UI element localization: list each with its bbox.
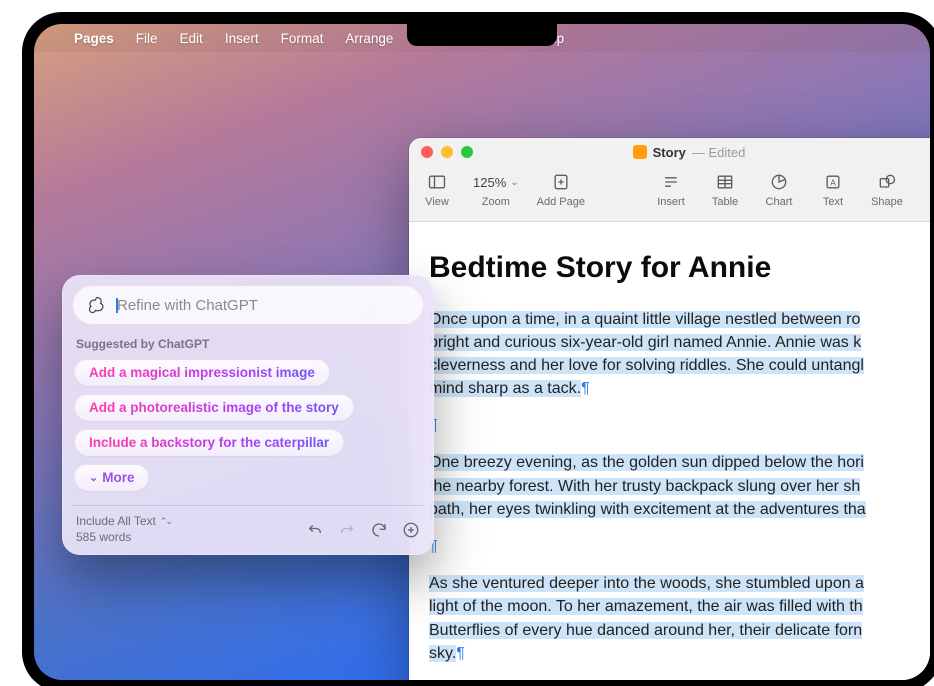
tool-table[interactable]: Table (707, 170, 743, 208)
toolbar: View 125% ⌄ Zoom Add Page (409, 166, 930, 222)
paragraph: One breezy evening, as the golden sun di… (429, 451, 930, 521)
tool-label: Table (712, 196, 738, 208)
tool-add-page[interactable]: Add Page (537, 170, 585, 208)
menu-edit[interactable]: Edit (180, 31, 203, 46)
notch (407, 24, 557, 46)
tool-view[interactable]: View (419, 170, 455, 208)
document-title: Story (653, 145, 686, 160)
pilcrow-icon: ¶ (456, 645, 465, 662)
table-icon (711, 170, 739, 194)
close-button[interactable] (421, 146, 433, 158)
pilcrow-icon: ¶ (581, 380, 590, 397)
tool-chart[interactable]: Chart (761, 170, 797, 208)
redo-icon (338, 521, 356, 539)
tool-label: Add Page (537, 196, 585, 208)
add-icon[interactable] (402, 521, 420, 539)
paragraph-spacer: ¶ (429, 679, 930, 680)
tool-label: View (425, 196, 449, 208)
tool-zoom[interactable]: 125% ⌄ Zoom (473, 170, 519, 208)
suggestion-chip[interactable]: Include a backstory for the caterpillar (74, 429, 344, 456)
menu-arrange[interactable]: Arrange (345, 31, 393, 46)
menu-file[interactable]: File (136, 31, 158, 46)
document-heading: Bedtime Story for Annie (429, 246, 930, 290)
refine-placeholder: Refine with ChatGPT (117, 297, 258, 314)
menubar-app[interactable]: Pages (74, 31, 114, 46)
more-label: More (102, 470, 134, 485)
pages-window: Story — Edited View 125% ⌄ Zoom (409, 138, 930, 680)
svg-text:A: A (830, 177, 836, 187)
suggested-heading: Suggested by ChatGPT (76, 337, 420, 351)
tool-label: Shape (871, 196, 903, 208)
paragraph: As she ventured deeper into the woods, s… (429, 572, 930, 665)
fullscreen-button[interactable] (461, 146, 473, 158)
plus-page-icon (547, 170, 575, 194)
titlebar: Story — Edited (409, 138, 930, 166)
suggestion-chip[interactable]: Add a photorealistic image of the story (74, 394, 354, 421)
chatgpt-logo-icon (87, 295, 107, 315)
tool-shape[interactable]: Shape (869, 170, 905, 208)
refresh-icon[interactable] (370, 521, 388, 539)
sidebar-icon (423, 170, 451, 194)
word-count: 585 words (76, 530, 171, 546)
document-body[interactable]: Bedtime Story for Annie Once upon a time… (409, 222, 930, 680)
zoom-value: 125% (473, 175, 506, 190)
undo-icon[interactable] (306, 521, 324, 539)
tool-label: Chart (766, 196, 793, 208)
shape-icon (873, 170, 901, 194)
more-button[interactable]: ⌄ More (74, 464, 149, 491)
suggestion-chip[interactable]: Add a magical impressionist image (74, 359, 330, 386)
paragraph: Once upon a time, in a quaint little vil… (429, 308, 930, 401)
document-icon (633, 145, 647, 159)
tool-label: Insert (657, 196, 685, 208)
minimize-button[interactable] (441, 146, 453, 158)
refine-input[interactable]: Refine with ChatGPT (72, 285, 424, 325)
suggestion-list: Add a magical impressionist image Add a … (72, 359, 424, 491)
paragraph-spacer: ¶ (429, 535, 930, 558)
tool-text[interactable]: A Text (815, 170, 851, 208)
panel-footer: Include All Text ⌃⌄ 585 words (72, 505, 424, 547)
chatgpt-panel: Refine with ChatGPT Suggested by ChatGPT… (62, 275, 434, 555)
include-mode[interactable]: Include All Text (76, 514, 156, 530)
document-status: — Edited (692, 145, 745, 160)
desktop-screen: Pages File Edit Insert Format Arrange Vi… (34, 24, 930, 680)
tool-label: Text (823, 196, 843, 208)
text-icon: A (819, 170, 847, 194)
tool-media[interactable]: M (923, 170, 930, 208)
menu-insert[interactable]: Insert (225, 31, 259, 46)
tool-label: Zoom (482, 196, 510, 208)
insert-icon (657, 170, 685, 194)
chevron-down-icon: ⌄ (89, 471, 98, 484)
tool-insert[interactable]: Insert (653, 170, 689, 208)
paragraph-spacer: ¶ (429, 414, 930, 437)
chart-icon (765, 170, 793, 194)
menu-format[interactable]: Format (281, 31, 324, 46)
laptop-frame: Pages File Edit Insert Format Arrange Vi… (22, 12, 934, 686)
updown-icon[interactable]: ⌃⌄ (160, 516, 171, 528)
media-icon (927, 170, 930, 194)
chevron-down-icon: ⌄ (510, 177, 518, 188)
